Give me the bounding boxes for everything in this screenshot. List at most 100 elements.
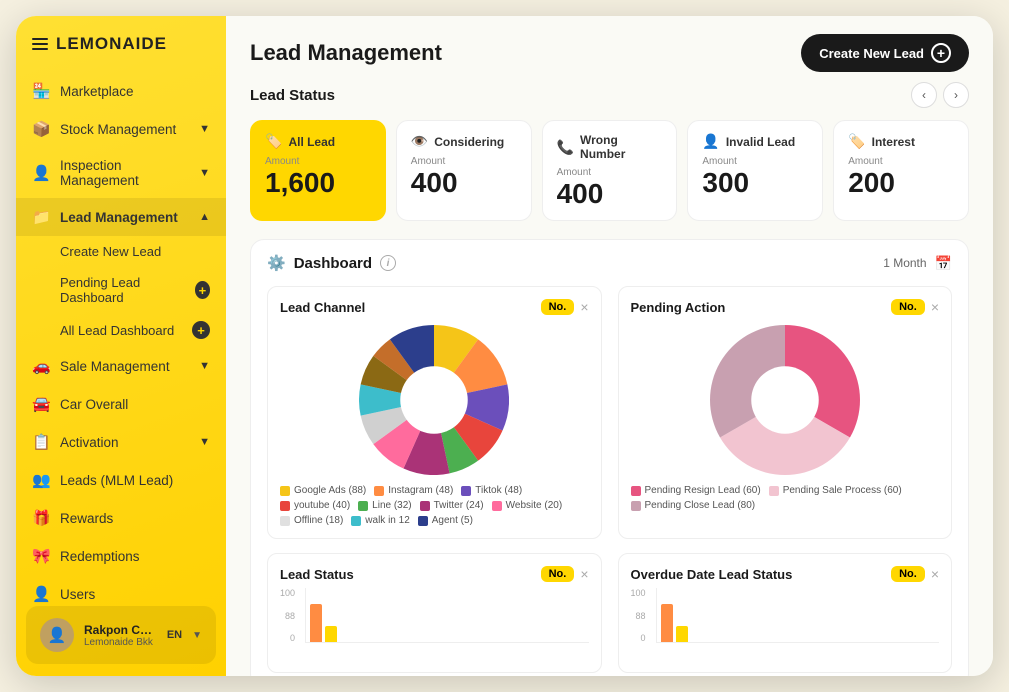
mlm-icon: 👥 bbox=[32, 471, 50, 489]
status-card-interest[interactable]: 🏷️ Interest Amount 200 bbox=[833, 120, 969, 221]
legend-item: Pending Resign Lead (60) bbox=[631, 485, 761, 496]
sidebar: LEMONAIDE 🏪 Marketplace 📦 Stock Manageme… bbox=[16, 16, 226, 676]
status-card-invalid-lead[interactable]: 👤 Invalid Lead Amount 300 bbox=[687, 120, 823, 221]
lead-channel-no-button[interactable]: No. bbox=[541, 299, 575, 315]
inspection-icon: 👤 bbox=[32, 164, 50, 182]
add-pending-lead-button[interactable]: + bbox=[195, 281, 210, 299]
sidebar-item-users[interactable]: 👤 Users bbox=[16, 575, 226, 606]
avatar: 👤 bbox=[40, 618, 74, 652]
legend-item: youtube (40) bbox=[280, 500, 350, 511]
status-card-all-lead[interactable]: 🏷️ All Lead Amount 1,600 bbox=[250, 120, 386, 221]
user-profile[interactable]: 👤 Rakpon Chartsuwan Lemonaide Bkk EN ▼ bbox=[26, 606, 216, 664]
status-card-wrong-number[interactable]: 📞 Wrong Number Amount 400 bbox=[542, 120, 678, 221]
dashboard-header: ⚙️ Dashboard i 1 Month 📅 bbox=[267, 254, 952, 272]
all-lead-label: All Lead bbox=[288, 135, 335, 149]
lead-channel-title: Lead Channel bbox=[280, 300, 365, 315]
chevron-down-icon: ▼ bbox=[199, 167, 210, 179]
dashboard-section: ⚙️ Dashboard i 1 Month 📅 Lead Channel bbox=[250, 239, 969, 676]
sidebar-nav: 🏪 Marketplace 📦 Stock Management ▼ 👤 Ins… bbox=[16, 68, 226, 606]
sidebar-item-activation[interactable]: 📋 Activation ▼ bbox=[16, 423, 226, 461]
user-sub: Lemonaide Bkk bbox=[84, 637, 157, 648]
sidebar-item-car-overall[interactable]: 🚘 Car Overall bbox=[16, 385, 226, 423]
amount-label: Amount bbox=[702, 156, 808, 167]
sidebar-subitem-create-new-lead[interactable]: Create New Lead bbox=[16, 236, 226, 267]
y-mid-label: 88 bbox=[285, 611, 295, 621]
sidebar-item-redemptions[interactable]: 🎀 Redemptions bbox=[16, 537, 226, 575]
info-icon: i bbox=[380, 255, 396, 271]
legend-item: Tiktok (48) bbox=[461, 485, 522, 496]
create-new-lead-button[interactable]: Create New Lead + bbox=[801, 34, 969, 72]
status-card-considering[interactable]: 👁️ Considering Amount 400 bbox=[396, 120, 532, 221]
sidebar-item-rewards[interactable]: 🎁 Rewards bbox=[16, 499, 226, 537]
rewards-icon: 🎁 bbox=[32, 509, 50, 527]
pending-action-pie bbox=[631, 325, 940, 475]
sidebar-item-label: Stock Management bbox=[60, 122, 176, 137]
lead-status-header: Lead Status ‹ › bbox=[250, 82, 969, 108]
sidebar-subitem-pending-lead[interactable]: Pending Lead Dashboard + bbox=[16, 267, 226, 313]
amount-label: Amount bbox=[848, 156, 954, 167]
overdue-date-close-button[interactable]: × bbox=[931, 566, 939, 582]
legend-item: Website (20) bbox=[492, 500, 563, 511]
next-arrow-button[interactable]: › bbox=[943, 82, 969, 108]
interest-value: 200 bbox=[848, 169, 954, 197]
lead-channel-chart: Lead Channel No. × bbox=[267, 286, 602, 539]
hamburger-icon[interactable] bbox=[32, 38, 48, 50]
charts-row: Lead Channel No. × bbox=[267, 286, 952, 539]
sidebar-item-label: Redemptions bbox=[60, 549, 140, 564]
overdue-date-no-button[interactable]: No. bbox=[891, 566, 925, 582]
users-icon: 👤 bbox=[32, 585, 50, 603]
pending-action-title: Pending Action bbox=[631, 300, 726, 315]
content-area: Lead Status ‹ › 🏷️ All Lead Amount 1,600 bbox=[226, 82, 993, 676]
filter-icon: ⚙️ bbox=[267, 254, 286, 272]
sidebar-item-label: Lead Management bbox=[60, 210, 178, 225]
invalid-lead-icon: 👤 bbox=[702, 133, 719, 150]
sidebar-item-lead-management[interactable]: 📁 Lead Management ▲ bbox=[16, 198, 226, 236]
bottom-charts-row: Lead Status No. × 100 88 0 bbox=[267, 553, 952, 673]
lead-icon: 📁 bbox=[32, 208, 50, 226]
pending-action-legend: Pending Resign Lead (60)Pending Sale Pro… bbox=[631, 485, 940, 511]
bar-orange bbox=[310, 604, 322, 642]
sidebar-item-inspection-management[interactable]: 👤 Inspection Management ▼ bbox=[16, 148, 226, 198]
lead-channel-close-button[interactable]: × bbox=[580, 299, 588, 315]
amount-label: Amount bbox=[265, 156, 371, 167]
lead-status-close-button[interactable]: × bbox=[580, 566, 588, 582]
sub-item-label: Create New Lead bbox=[60, 244, 161, 259]
sidebar-item-label: Inspection Management bbox=[60, 158, 189, 188]
wrong-number-icon: 📞 bbox=[557, 139, 574, 156]
sidebar-item-marketplace[interactable]: 🏪 Marketplace bbox=[16, 72, 226, 110]
add-all-lead-button[interactable]: + bbox=[192, 321, 210, 339]
sidebar-item-label: Car Overall bbox=[60, 397, 128, 412]
sidebar-item-leads-mlm[interactable]: 👥 Leads (MLM Lead) bbox=[16, 461, 226, 499]
plus-circle-icon: + bbox=[931, 43, 951, 63]
legend-item: Google Ads (88) bbox=[280, 485, 366, 496]
calendar-icon[interactable]: 📅 bbox=[935, 255, 952, 272]
button-label: Create New Lead bbox=[819, 46, 924, 61]
time-filter-label: 1 Month bbox=[883, 256, 926, 270]
sidebar-item-stock-management[interactable]: 📦 Stock Management ▼ bbox=[16, 110, 226, 148]
invalid-lead-value: 300 bbox=[702, 169, 808, 197]
pending-action-close-button[interactable]: × bbox=[931, 299, 939, 315]
activation-icon: 📋 bbox=[32, 433, 50, 451]
y-mid-label: 88 bbox=[636, 611, 646, 621]
amount-label: Amount bbox=[411, 156, 517, 167]
interest-icon: 🏷️ bbox=[848, 133, 865, 150]
sidebar-item-label: Marketplace bbox=[60, 84, 134, 99]
top-bar: Lead Management Create New Lead + bbox=[226, 16, 993, 82]
stock-icon: 📦 bbox=[32, 120, 50, 138]
lead-status-no-button[interactable]: No. bbox=[541, 566, 575, 582]
y-max-label: 100 bbox=[280, 588, 295, 598]
marketplace-icon: 🏪 bbox=[32, 82, 50, 100]
pending-action-no-button[interactable]: No. bbox=[891, 299, 925, 315]
chevron-down-icon: ▼ bbox=[199, 436, 210, 448]
y-max-label: 100 bbox=[631, 588, 646, 598]
sidebar-item-sale-management[interactable]: 🚗 Sale Management ▼ bbox=[16, 347, 226, 385]
legend-item: Pending Close Lead (80) bbox=[631, 500, 756, 511]
sidebar-subitem-all-lead[interactable]: All Lead Dashboard + bbox=[16, 313, 226, 347]
lead-channel-pie bbox=[280, 325, 589, 475]
prev-arrow-button[interactable]: ‹ bbox=[911, 82, 937, 108]
sub-item-label: Pending Lead Dashboard bbox=[60, 275, 185, 305]
legend-item: walk in 12 bbox=[351, 515, 409, 526]
language-selector[interactable]: EN bbox=[167, 629, 182, 641]
legend-item: Line (32) bbox=[358, 500, 411, 511]
chevron-down-icon: ▼ bbox=[199, 360, 210, 372]
